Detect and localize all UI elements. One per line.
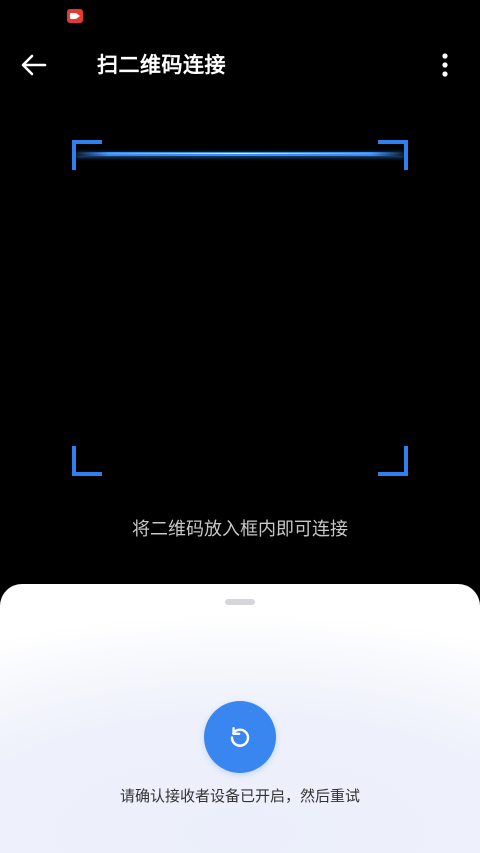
scan-frame	[72, 140, 408, 476]
retry-button[interactable]	[204, 701, 276, 773]
app-bar: 扫二维码连接	[0, 40, 480, 90]
sheet-drag-handle[interactable]	[225, 599, 255, 605]
bottom-sheet: 请确认接收者设备已开启，然后重试	[0, 584, 480, 853]
scan-hint-text: 将二维码放入框内即可连接	[132, 519, 348, 540]
more-options-button[interactable]	[425, 45, 465, 85]
arrow-left-icon	[21, 54, 47, 76]
refresh-icon	[230, 727, 250, 747]
scan-corner-bottom-right	[378, 446, 408, 476]
screen-record-icon	[67, 9, 83, 23]
status-bar	[0, 0, 480, 34]
back-button[interactable]	[14, 45, 54, 85]
more-vertical-icon	[442, 53, 448, 77]
scan-line	[76, 152, 404, 156]
scan-corner-bottom-left	[72, 446, 102, 476]
page-title: 扫二维码连接	[97, 53, 226, 77]
retry-hint-text: 请确认接收者设备已开启，然后重试	[119, 787, 360, 805]
